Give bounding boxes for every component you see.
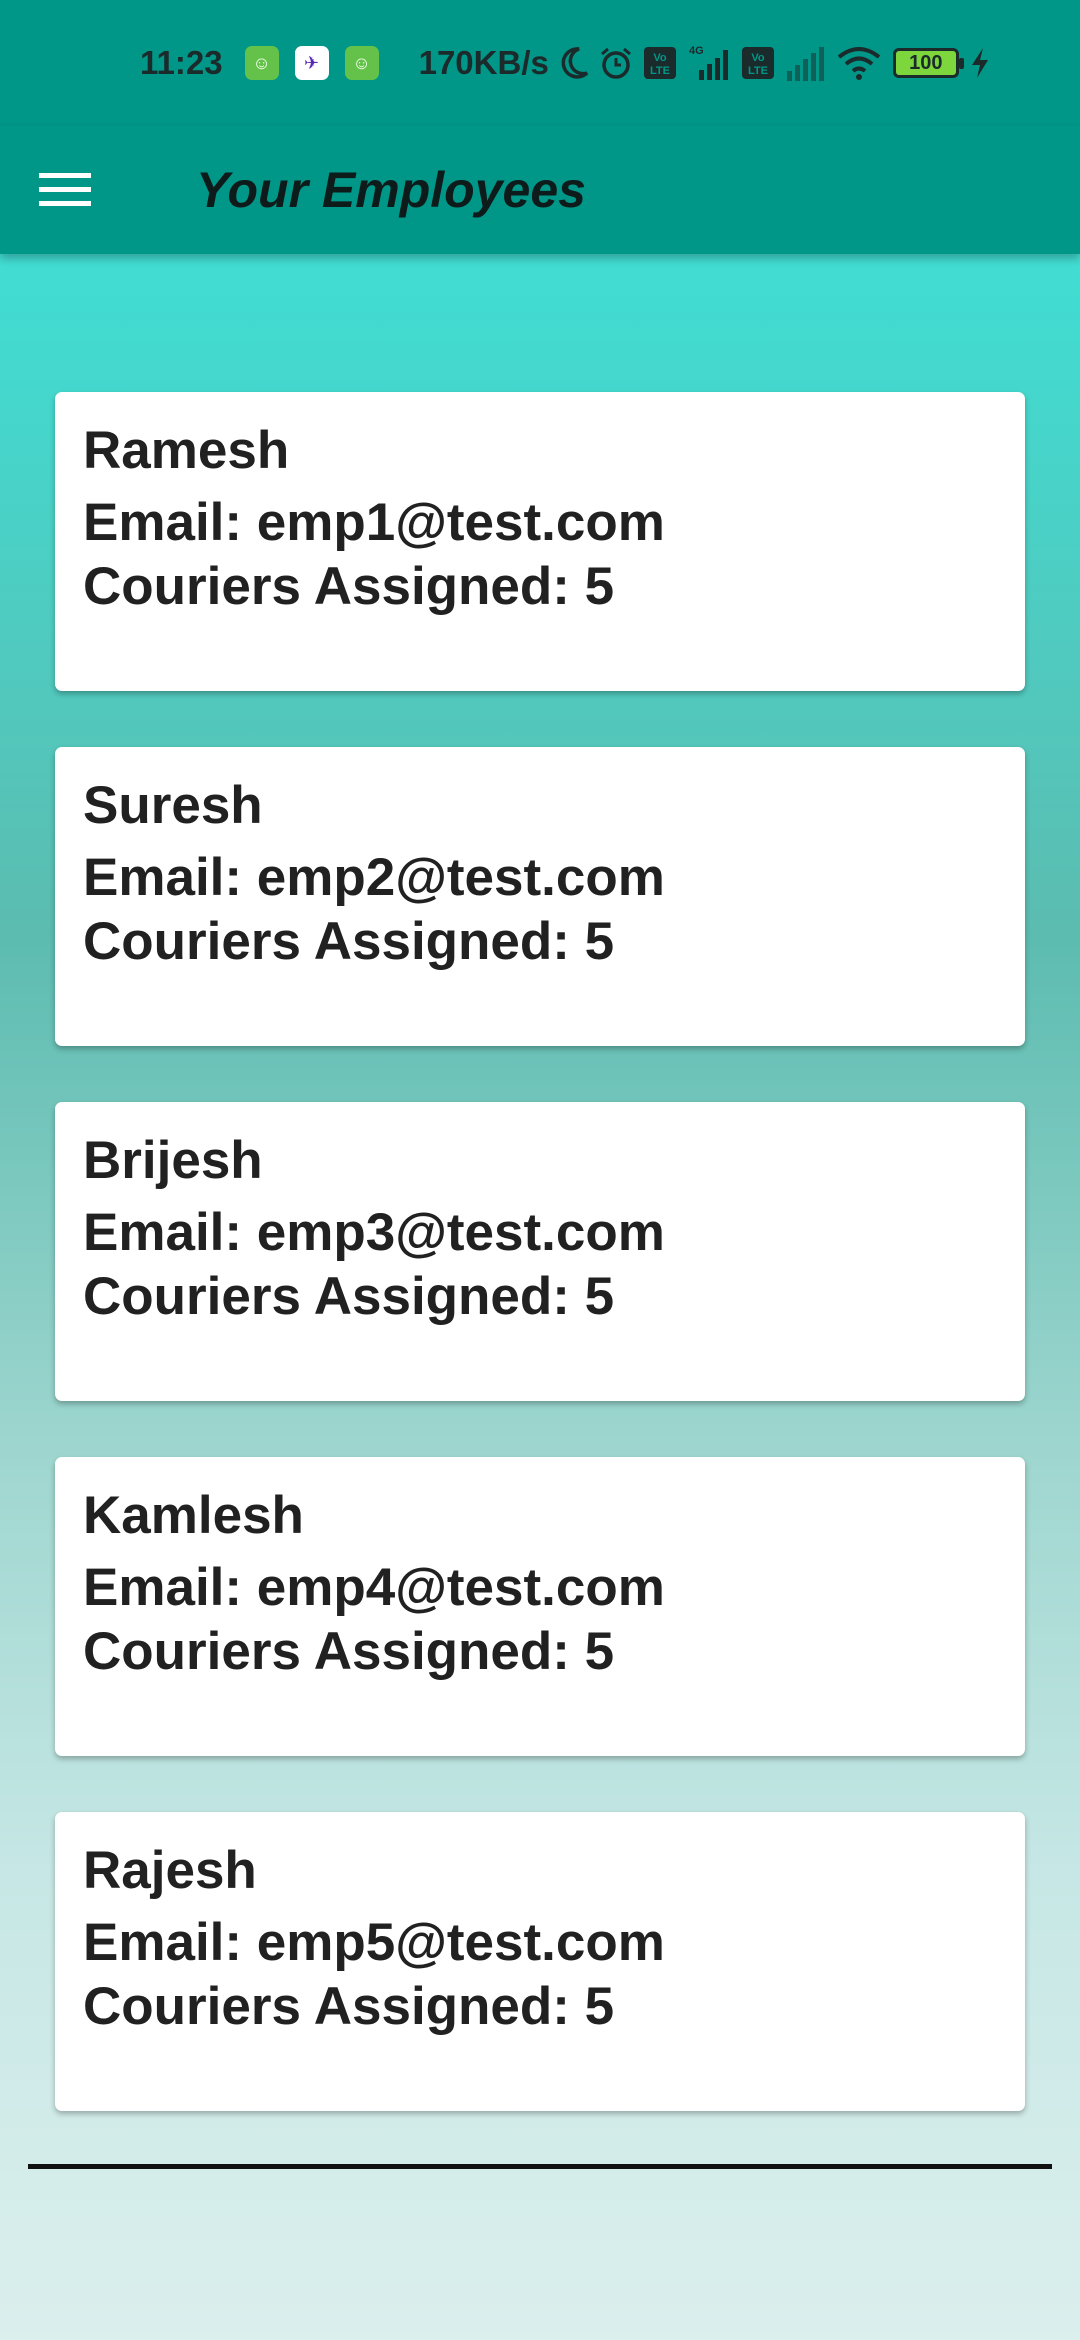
signal-icon: [786, 47, 824, 81]
employee-name: Brijesh: [83, 1131, 263, 1190]
employee-email: Email: emp4@test.com: [83, 1558, 665, 1617]
employee-card[interactable]: Rajesh Email: emp5@test.com Couriers Ass…: [55, 1812, 1025, 2111]
volte-icon: VoLTE: [741, 47, 774, 79]
employee-card[interactable]: Brijesh Email: emp3@test.com Couriers As…: [55, 1102, 1025, 1401]
signal-4g-icon: 4G: [689, 45, 728, 80]
delivery-app-icon: ✈: [294, 46, 329, 80]
alarm-icon: [600, 47, 631, 79]
employee-name: Kamlesh: [83, 1486, 304, 1545]
battery-level: 100: [909, 51, 943, 74]
network-speed: 170KB/s: [418, 44, 549, 81]
charging-icon: [971, 48, 988, 78]
page-title: Your Employees: [196, 162, 586, 218]
employee-name: Rajesh: [83, 1841, 257, 1900]
cat-app-icon: ☺: [344, 46, 379, 80]
employee-list: Ramesh Email: emp1@test.com Couriers Ass…: [55, 392, 1025, 2167]
status-bar: 11:23 ☺ ✈ ☺ 170KB/s Vo LTE 4G Vo LTE 100: [0, 0, 1080, 126]
employee-email: Email: emp2@test.com: [83, 848, 665, 907]
svg-text:LTE: LTE: [748, 65, 768, 77]
employee-email: Email: emp5@test.com: [83, 1913, 665, 1972]
hamburger-menu-icon[interactable]: [0, 126, 130, 254]
svg-text:LTE: LTE: [650, 65, 670, 77]
employee-card[interactable]: Suresh Email: emp2@test.com Couriers Ass…: [55, 747, 1025, 1046]
employee-couriers: Couriers Assigned: 5: [83, 1977, 615, 2036]
app-bar: Your Employees: [0, 126, 1080, 254]
employee-card[interactable]: Ramesh Email: emp1@test.com Couriers Ass…: [55, 392, 1025, 691]
status-time: 11:23: [140, 44, 223, 81]
employee-card[interactable]: Kamlesh Email: emp4@test.com Couriers As…: [55, 1457, 1025, 1756]
volte-icon: VoLTE: [643, 47, 676, 79]
svg-text:4G: 4G: [689, 45, 704, 57]
list-divider: [28, 2164, 1052, 2169]
employee-email: Email: emp1@test.com: [83, 493, 665, 552]
employee-couriers: Couriers Assigned: 5: [83, 1267, 615, 1326]
employee-couriers: Couriers Assigned: 5: [83, 557, 615, 616]
moon-icon: [561, 47, 589, 79]
battery-icon: 100: [892, 48, 964, 78]
svg-text:Vo: Vo: [751, 52, 765, 64]
employee-name: Suresh: [83, 776, 263, 835]
employee-email: Email: emp3@test.com: [83, 1203, 665, 1262]
svg-text:Vo: Vo: [653, 52, 667, 64]
employee-name: Ramesh: [83, 421, 290, 480]
employee-couriers: Couriers Assigned: 5: [83, 1622, 615, 1681]
cat-app-icon: ☺: [244, 46, 279, 80]
wifi-icon: [837, 47, 881, 80]
employee-couriers: Couriers Assigned: 5: [83, 912, 615, 971]
